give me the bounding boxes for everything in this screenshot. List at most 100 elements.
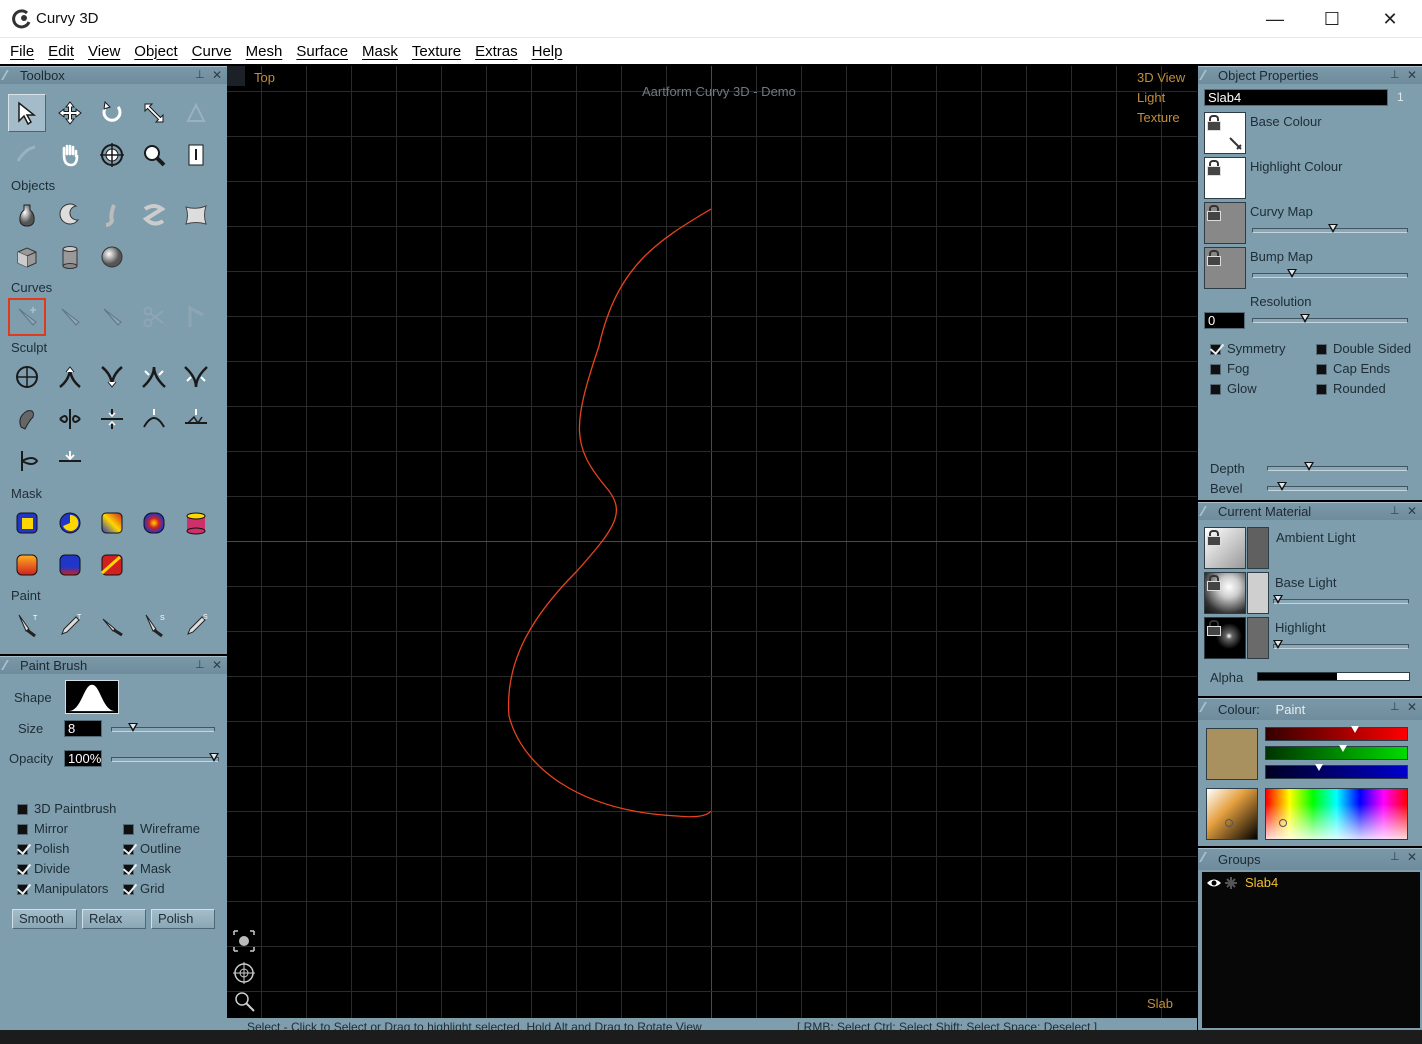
- pin-icon[interactable]: ⊥: [1390, 69, 1402, 81]
- highlight-preview[interactable]: [1204, 617, 1246, 659]
- shade-picker[interactable]: [1206, 788, 1258, 840]
- eyedropper-icon[interactable]: [1227, 135, 1245, 153]
- lock-icon[interactable]: [1207, 250, 1221, 266]
- curve-add-tool[interactable]: [51, 298, 89, 336]
- node-tool[interactable]: [8, 136, 46, 174]
- zoom-tool[interactable]: [135, 136, 173, 174]
- minimize-button[interactable]: —: [1246, 0, 1304, 38]
- checkbox[interactable]: [17, 844, 28, 855]
- green-thumb[interactable]: [1338, 745, 1347, 752]
- mask-gradient-tool[interactable]: [93, 504, 131, 542]
- mode-texture[interactable]: Texture: [1137, 110, 1180, 125]
- checkbox[interactable]: [123, 844, 134, 855]
- curvy-map-swatch[interactable]: [1204, 202, 1246, 244]
- checkbox[interactable]: [17, 864, 28, 875]
- slider-thumb[interactable]: [1277, 482, 1288, 491]
- option-fog[interactable]: Fog: [1208, 361, 1249, 377]
- sculpt-pull-tool[interactable]: [51, 358, 89, 396]
- close-panel-icon[interactable]: ✕: [1407, 504, 1417, 518]
- checkbox[interactable]: [1210, 384, 1221, 395]
- paint-brush-s-tool[interactable]: S: [135, 606, 173, 644]
- pin-icon[interactable]: ⊥: [195, 69, 207, 81]
- slider-thumb[interactable]: [1300, 314, 1311, 323]
- resolution-slider[interactable]: [1252, 314, 1408, 325]
- option-mirror[interactable]: Mirror: [15, 821, 68, 837]
- rotate-tool[interactable]: [93, 94, 131, 132]
- info-tool[interactable]: [177, 136, 215, 174]
- ambient-light-preview[interactable]: [1204, 527, 1246, 569]
- sculpt-pinch-tool[interactable]: [177, 358, 215, 396]
- lock-icon[interactable]: [1207, 115, 1221, 131]
- pin-icon[interactable]: ⊥: [1390, 851, 1402, 863]
- opacity-input[interactable]: 100%: [64, 750, 102, 767]
- close-panel-icon[interactable]: ✕: [212, 68, 222, 82]
- checkbox[interactable]: [17, 804, 28, 815]
- sculpt-globe-tool[interactable]: [8, 358, 46, 396]
- object-curl-tool[interactable]: [93, 196, 131, 234]
- option-wireframe[interactable]: Wireframe: [121, 821, 200, 837]
- slider-thumb[interactable]: [127, 723, 138, 732]
- brush-shape-preview[interactable]: [65, 680, 119, 714]
- checkbox[interactable]: [123, 884, 134, 895]
- size-slider[interactable]: [111, 723, 215, 734]
- menu-object[interactable]: Object: [128, 43, 183, 60]
- view-name-label[interactable]: Top: [254, 70, 275, 85]
- object-cylinder-tool[interactable]: [51, 238, 89, 276]
- sculpt-split-tool[interactable]: [51, 400, 89, 438]
- sculpt-smudge-tool[interactable]: [8, 400, 46, 438]
- slider-thumb[interactable]: [1327, 224, 1338, 233]
- sculpt-twist-tool[interactable]: [51, 442, 89, 480]
- menu-edit[interactable]: Edit: [42, 43, 80, 60]
- menu-surface[interactable]: Surface: [290, 43, 354, 60]
- checkbox[interactable]: [123, 824, 134, 835]
- viewport-top[interactable]: Top Aartform Curvy 3D - Demo 3D View Lig…: [227, 66, 1197, 1018]
- pin-icon[interactable]: ⊥: [195, 659, 207, 671]
- eye-icon[interactable]: [1206, 877, 1222, 889]
- highlight-slider[interactable]: [1273, 640, 1409, 651]
- red-channel-slider[interactable]: [1265, 726, 1408, 741]
- slider-thumb[interactable]: [1273, 595, 1283, 604]
- mode-3d-view[interactable]: 3D View: [1137, 70, 1185, 85]
- object-swirl-tool[interactable]: [135, 196, 173, 234]
- close-panel-icon[interactable]: ✕: [1407, 68, 1417, 82]
- object-slab-tool[interactable]: [177, 196, 215, 234]
- sculpt-bend-tool[interactable]: [8, 442, 46, 480]
- resolution-input[interactable]: 0: [1204, 312, 1245, 329]
- option-cap-ends[interactable]: Cap Ends: [1314, 361, 1390, 377]
- checkbox[interactable]: [17, 884, 28, 895]
- base-light-slider[interactable]: [1273, 595, 1409, 606]
- object-sphere-tool[interactable]: [93, 238, 131, 276]
- option-3d-paintbrush[interactable]: 3D Paintbrush: [15, 801, 116, 817]
- pin-icon[interactable]: ⊥: [1390, 505, 1402, 517]
- slab-label[interactable]: Slab: [1147, 996, 1173, 1011]
- sculpt-ridge-tool[interactable]: [177, 400, 215, 438]
- colour-mode[interactable]: Paint: [1276, 702, 1306, 717]
- view-orbit-icon[interactable]: [231, 960, 257, 986]
- checkbox[interactable]: [17, 824, 28, 835]
- move-tool[interactable]: [51, 94, 89, 132]
- current-colour-swatch[interactable]: [1206, 728, 1258, 780]
- close-panel-icon[interactable]: ✕: [212, 658, 222, 672]
- menu-file[interactable]: File: [4, 43, 40, 60]
- red-thumb[interactable]: [1351, 726, 1360, 733]
- option-double-sided[interactable]: Double Sided: [1314, 341, 1411, 357]
- option-glow[interactable]: Glow: [1208, 381, 1257, 397]
- select-tool[interactable]: [8, 94, 46, 132]
- paint-dropper-tool[interactable]: T: [51, 606, 89, 644]
- highlight-colour-swatch[interactable]: [1204, 157, 1246, 199]
- ambient-light-swatch[interactable]: [1247, 527, 1269, 569]
- profile-curve[interactable]: [507, 208, 712, 818]
- menu-help[interactable]: Help: [526, 43, 569, 60]
- blue-thumb[interactable]: [1314, 764, 1323, 771]
- slider-thumb[interactable]: [1273, 640, 1283, 649]
- view-zoom-icon[interactable]: [231, 988, 257, 1014]
- opacity-slider[interactable]: [111, 753, 219, 764]
- scale-tool[interactable]: [135, 94, 173, 132]
- blue-channel-slider[interactable]: [1265, 764, 1408, 779]
- option-rounded[interactable]: Rounded: [1314, 381, 1386, 397]
- close-button[interactable]: ✕: [1361, 0, 1419, 38]
- option-symmetry[interactable]: Symmetry: [1208, 341, 1286, 357]
- curve-edit-tool[interactable]: [93, 298, 131, 336]
- paint-smear-tool[interactable]: [93, 606, 131, 644]
- hue-picker[interactable]: [1265, 788, 1408, 840]
